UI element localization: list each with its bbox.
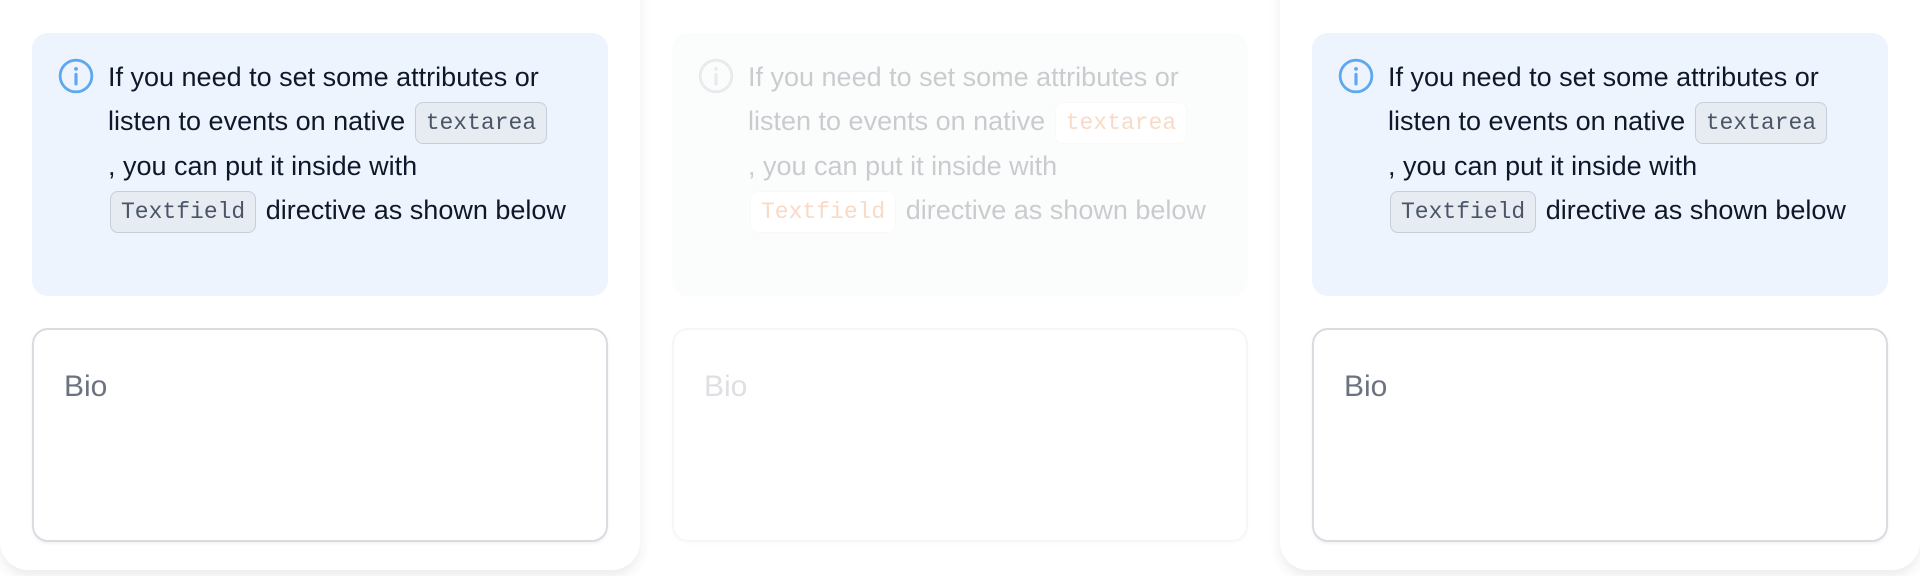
panel-light: If you need to set some attributes or li…: [1280, 0, 1920, 576]
info-alert: If you need to set some attributes or li…: [672, 33, 1248, 296]
code-textfield: Textfield: [750, 191, 897, 233]
code-textarea: textarea: [414, 102, 548, 144]
alert-message: If you need to set some attributes or li…: [1388, 55, 1868, 233]
bio-textarea[interactable]: Bio: [672, 328, 1248, 542]
alert-text-middle: , you can put it inside with: [108, 151, 418, 181]
info-circle-icon: [1338, 58, 1374, 94]
panel-light: If you need to set some attributes or li…: [0, 0, 640, 576]
info-alert: If you need to set some attributes or li…: [1312, 33, 1888, 296]
alert-text-middle: , you can put it inside with: [1388, 151, 1698, 181]
bio-label: Bio: [704, 370, 748, 403]
info-alert: If you need to set some attributes or li…: [32, 33, 608, 296]
stage: If you need to set some attributes or li…: [0, 0, 1920, 576]
code-textarea: textarea: [1054, 102, 1188, 144]
bio-label: Bio: [1344, 370, 1388, 403]
bio-label: Bio: [64, 370, 108, 403]
alert-message: If you need to set some attributes or li…: [108, 55, 588, 233]
alert-message: If you need to set some attributes or li…: [748, 55, 1228, 233]
info-circle-icon: [58, 58, 94, 94]
alert-text-after: directive as shown below: [265, 195, 566, 225]
info-circle-icon: [698, 58, 734, 94]
bio-textarea[interactable]: Bio: [1312, 328, 1888, 542]
code-textarea: textarea: [1694, 102, 1828, 144]
alert-text-middle: , you can put it inside with: [748, 151, 1058, 181]
alert-text-after: directive as shown below: [905, 195, 1206, 225]
alert-text-after: directive as shown below: [1545, 195, 1846, 225]
code-textfield: Textfield: [1390, 191, 1537, 233]
bio-textarea[interactable]: Bio: [32, 328, 608, 542]
panel-faded: If you need to set some attributes or li…: [640, 0, 1280, 576]
code-textfield: Textfield: [110, 191, 257, 233]
